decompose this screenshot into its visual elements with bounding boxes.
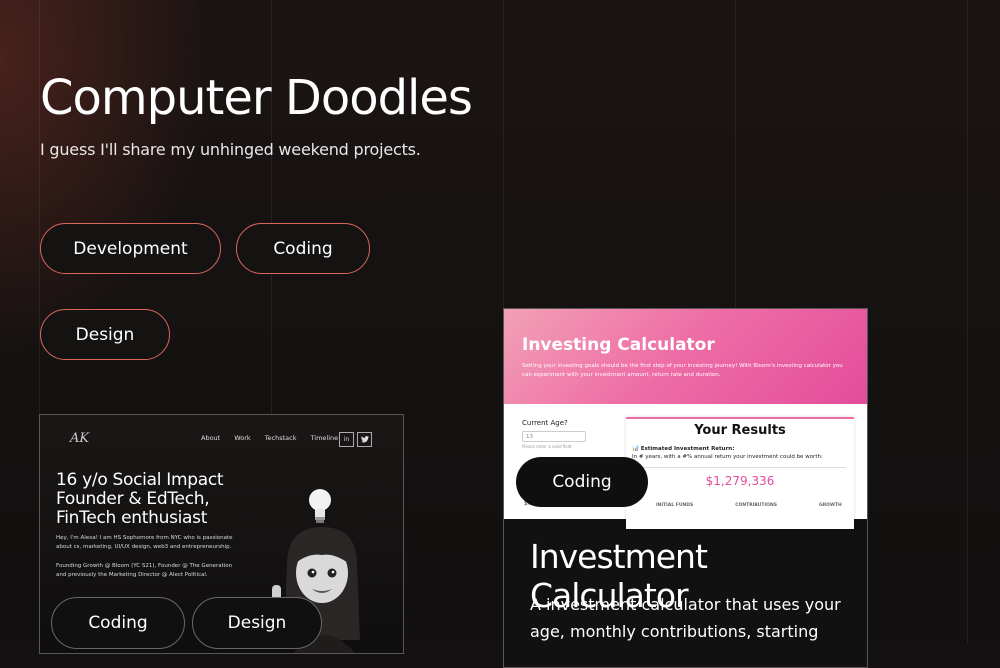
project1-tag-coding[interactable]: Coding: [51, 597, 185, 649]
page-title: Computer Doodles: [40, 70, 473, 126]
preview-age-input: 13: [522, 431, 586, 442]
preview-age-label: Current Age?: [522, 419, 568, 427]
preview-col-growth: GROWTH: [819, 503, 842, 508]
page-subtitle: I guess I'll share my unhinged weekend p…: [40, 140, 421, 159]
preview-header-description: Setting your investing goals should be t…: [522, 363, 843, 378]
preview-nav: About Work Techstack Timeline: [201, 434, 338, 442]
preview-nav-techstack: Techstack: [264, 434, 297, 442]
project-description: A investment calculator that uses your a…: [530, 595, 841, 641]
preview-result-amount: $1,279,336: [705, 474, 775, 488]
preview-col-contributions: CONTRIBUTIONS: [735, 503, 778, 508]
preview-result-columns: INITIAL FUNDS CONTRIBUTIONS GROWTH: [656, 503, 842, 508]
preview-estimated-label: 📊 Estimated Investment Return:: [632, 446, 735, 452]
preview-results-panel: Your Results 📊 Estimated Investment Retu…: [626, 417, 854, 529]
preview-bio: Hey, I'm Alexa! I am HS Sophomore from N…: [56, 535, 233, 550]
project2-tag-coding[interactable]: Coding: [516, 457, 648, 507]
linkedin-icon: in: [339, 432, 354, 447]
filter-development-button[interactable]: Development: [40, 223, 221, 274]
preview-age-hint: Please enter a valid field: [522, 444, 572, 449]
preview-results-title: Your Results: [694, 423, 786, 438]
preview-roles: Founding Growth @ Bloom (YC S21), Founde…: [56, 563, 233, 578]
project1-tag-design[interactable]: Design: [192, 597, 322, 649]
grid-line: [967, 0, 968, 644]
filter-coding-button[interactable]: Coding: [236, 223, 370, 274]
preview-estimated-description: In # years, with a #% annual return your…: [632, 454, 823, 460]
preview-headline: 16 y/o Social Impact Founder & EdTech, F…: [56, 470, 224, 528]
project-card-investment-calculator[interactable]: Investing Calculator Setting your invest…: [503, 308, 868, 668]
filter-design-button[interactable]: Design: [40, 309, 170, 360]
project-card-portfolio[interactable]: AK About Work Techstack Timeline in 16 y…: [39, 414, 404, 654]
preview-nav-timeline: Timeline: [310, 434, 339, 442]
divider: [632, 467, 846, 468]
preview-header-title: Investing Calculator: [522, 335, 715, 355]
preview-logo: AK: [70, 431, 90, 446]
twitter-icon: [357, 432, 372, 447]
preview-header-banner: Investing Calculator Setting your invest…: [504, 309, 867, 404]
preview-nav-work: Work: [234, 434, 251, 442]
preview-nav-about: About: [201, 434, 221, 442]
preview-col-initial-funds: INITIAL FUNDS: [656, 503, 694, 508]
